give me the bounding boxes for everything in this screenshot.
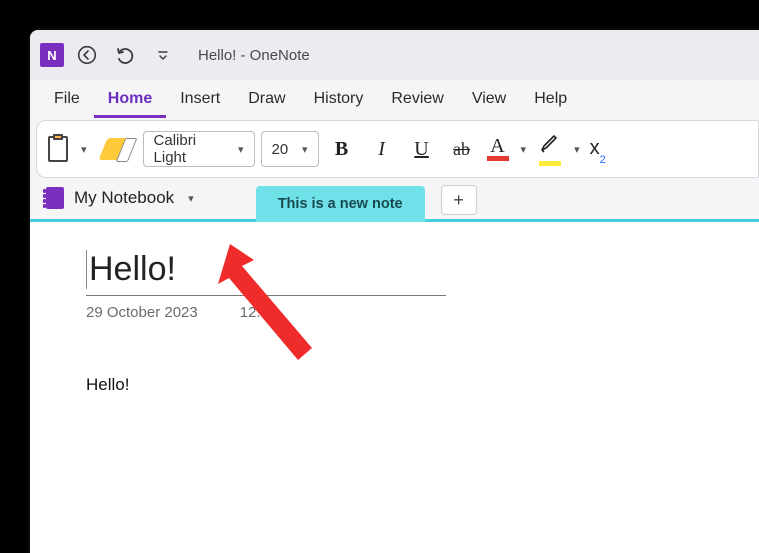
menu-insert[interactable]: Insert <box>166 82 234 118</box>
font-color-swatch <box>487 156 509 161</box>
title-rule <box>86 295 446 296</box>
page-title-input[interactable]: Hello! <box>86 250 446 289</box>
highlight-dropdown[interactable]: ▾ <box>570 143 584 156</box>
quick-access-dropdown[interactable] <box>148 40 178 70</box>
menu-file[interactable]: File <box>40 82 94 118</box>
onenote-window: N Hello! - OneNote File Home Insert Draw… <box>28 28 759 553</box>
menu-view[interactable]: View <box>458 82 520 118</box>
font-color-button[interactable]: A <box>485 136 511 163</box>
notebook-name: My Notebook <box>74 188 174 208</box>
chevron-down-icon: ▾ <box>184 192 198 205</box>
chevron-down-icon: ▾ <box>234 143 248 156</box>
add-section-button[interactable]: + <box>441 185 477 215</box>
menu-bar: File Home Insert Draw History Review Vie… <box>30 80 759 120</box>
font-color-dropdown[interactable]: ▾ <box>517 143 531 156</box>
paste-dropdown[interactable]: ▾ <box>77 143 91 156</box>
menu-review[interactable]: Review <box>377 82 457 118</box>
note-page[interactable]: Hello! 29 October 2023 12:00 Hello! <box>30 222 759 553</box>
font-name-value: Calibri Light <box>154 132 228 166</box>
section-tab-active[interactable]: This is a new note <box>256 186 425 222</box>
home-ribbon: ▾ Calibri Light ▾ 20 ▾ B I U ab A ▾ ▾ x2 <box>36 120 759 178</box>
window-title: Hello! - OneNote <box>198 47 310 64</box>
font-size-value: 20 <box>272 141 289 158</box>
italic-button[interactable]: I <box>365 134 399 165</box>
strikethrough-button[interactable]: ab <box>445 135 479 164</box>
menu-history[interactable]: History <box>300 82 378 118</box>
subscript-button[interactable]: x2 <box>590 137 614 162</box>
undo-button[interactable] <box>110 40 140 70</box>
page-time[interactable]: 12:00 <box>240 304 278 321</box>
subscript-base: x <box>590 137 600 159</box>
format-painter-button[interactable] <box>98 138 135 160</box>
underline-button[interactable]: U <box>405 134 439 165</box>
page-body[interactable]: Hello! <box>86 375 759 395</box>
notebook-icon <box>46 187 64 209</box>
highlight-button[interactable] <box>536 130 564 168</box>
back-button[interactable] <box>72 40 102 70</box>
menu-home[interactable]: Home <box>94 82 166 118</box>
font-size-select[interactable]: 20 ▾ <box>261 131 319 167</box>
highlighter-icon <box>538 132 562 159</box>
notebook-tab-row: My Notebook ▾ This is a new note + <box>30 178 759 222</box>
highlight-color-swatch <box>539 161 561 166</box>
font-name-select[interactable]: Calibri Light ▾ <box>143 131 255 167</box>
title-bar: N Hello! - OneNote <box>30 30 759 80</box>
font-color-glyph: A <box>490 138 504 154</box>
menu-draw[interactable]: Draw <box>234 82 299 118</box>
page-date[interactable]: 29 October 2023 <box>86 304 198 321</box>
onenote-app-icon: N <box>40 43 64 67</box>
menu-help[interactable]: Help <box>520 82 581 118</box>
chevron-down-icon: ▾ <box>298 143 312 156</box>
subscript-sub: 2 <box>600 154 606 166</box>
bold-button[interactable]: B <box>325 134 359 165</box>
notebook-picker[interactable]: My Notebook ▾ <box>42 181 202 219</box>
page-meta: 29 October 2023 12:00 <box>86 304 759 321</box>
paste-button[interactable] <box>45 134 71 164</box>
